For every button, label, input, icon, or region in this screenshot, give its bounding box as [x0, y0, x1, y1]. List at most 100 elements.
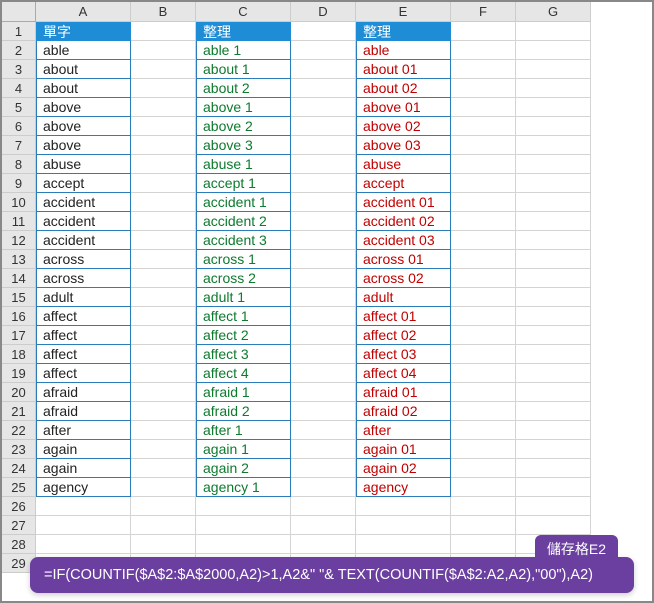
cell-E19[interactable]: affect 04 [356, 364, 451, 383]
row-header-21[interactable]: 21 [2, 402, 36, 421]
cell-B16[interactable] [131, 307, 196, 326]
row-header-7[interactable]: 7 [2, 136, 36, 155]
cell-F15[interactable] [451, 288, 516, 307]
cell-E8[interactable]: abuse [356, 155, 451, 174]
row-header-11[interactable]: 11 [2, 212, 36, 231]
cell-G21[interactable] [516, 402, 591, 421]
cell-B3[interactable] [131, 60, 196, 79]
cell-G10[interactable] [516, 193, 591, 212]
row-header-13[interactable]: 13 [2, 250, 36, 269]
row-header-12[interactable]: 12 [2, 231, 36, 250]
cell-F25[interactable] [451, 478, 516, 497]
cell-A2[interactable]: able [36, 41, 131, 60]
cell-G16[interactable] [516, 307, 591, 326]
cell-A26[interactable] [36, 497, 131, 516]
col-header-A[interactable]: A [36, 2, 131, 22]
cell-A19[interactable]: affect [36, 364, 131, 383]
cell-G24[interactable] [516, 459, 591, 478]
cell-G1[interactable] [516, 22, 591, 41]
cell-A10[interactable]: accident [36, 193, 131, 212]
cell-C14[interactable]: across 2 [196, 269, 291, 288]
cell-C6[interactable]: above 2 [196, 117, 291, 136]
cell-G13[interactable] [516, 250, 591, 269]
cell-F4[interactable] [451, 79, 516, 98]
cell-B5[interactable] [131, 98, 196, 117]
cell-B17[interactable] [131, 326, 196, 345]
cell-A20[interactable]: afraid [36, 383, 131, 402]
cell-E26[interactable] [356, 497, 451, 516]
cell-D12[interactable] [291, 231, 356, 250]
row-header-6[interactable]: 6 [2, 117, 36, 136]
cell-F14[interactable] [451, 269, 516, 288]
cell-C24[interactable]: again 2 [196, 459, 291, 478]
cell-F20[interactable] [451, 383, 516, 402]
cell-A5[interactable]: above [36, 98, 131, 117]
cell-D2[interactable] [291, 41, 356, 60]
cell-D10[interactable] [291, 193, 356, 212]
cell-F13[interactable] [451, 250, 516, 269]
cell-C22[interactable]: after 1 [196, 421, 291, 440]
cell-D5[interactable] [291, 98, 356, 117]
cell-F5[interactable] [451, 98, 516, 117]
cell-F10[interactable] [451, 193, 516, 212]
cell-E23[interactable]: again 01 [356, 440, 451, 459]
cell-B4[interactable] [131, 79, 196, 98]
cell-B11[interactable] [131, 212, 196, 231]
row-header-15[interactable]: 15 [2, 288, 36, 307]
cell-D6[interactable] [291, 117, 356, 136]
cell-F17[interactable] [451, 326, 516, 345]
cell-C26[interactable] [196, 497, 291, 516]
cell-E17[interactable]: affect 02 [356, 326, 451, 345]
cell-D20[interactable] [291, 383, 356, 402]
cell-A18[interactable]: affect [36, 345, 131, 364]
cell-F1[interactable] [451, 22, 516, 41]
cell-C18[interactable]: affect 3 [196, 345, 291, 364]
cell-B28[interactable] [131, 535, 196, 554]
cell-E25[interactable]: agency [356, 478, 451, 497]
cell-B21[interactable] [131, 402, 196, 421]
cell-E24[interactable]: again 02 [356, 459, 451, 478]
cell-F23[interactable] [451, 440, 516, 459]
cell-A15[interactable]: adult [36, 288, 131, 307]
cell-F22[interactable] [451, 421, 516, 440]
cell-D13[interactable] [291, 250, 356, 269]
cell-F7[interactable] [451, 136, 516, 155]
cell-G17[interactable] [516, 326, 591, 345]
cell-C27[interactable] [196, 516, 291, 535]
cell-E12[interactable]: accident 03 [356, 231, 451, 250]
cell-G20[interactable] [516, 383, 591, 402]
cell-F8[interactable] [451, 155, 516, 174]
cell-B1[interactable] [131, 22, 196, 41]
row-header-24[interactable]: 24 [2, 459, 36, 478]
cell-A4[interactable]: about [36, 79, 131, 98]
cell-A21[interactable]: afraid [36, 402, 131, 421]
cell-A23[interactable]: again [36, 440, 131, 459]
cell-G6[interactable] [516, 117, 591, 136]
cell-E16[interactable]: affect 01 [356, 307, 451, 326]
cell-D3[interactable] [291, 60, 356, 79]
row-header-22[interactable]: 22 [2, 421, 36, 440]
cell-A27[interactable] [36, 516, 131, 535]
cell-F28[interactable] [451, 535, 516, 554]
cell-E1[interactable]: 整理 [356, 22, 451, 41]
cell-F12[interactable] [451, 231, 516, 250]
cell-B7[interactable] [131, 136, 196, 155]
cell-G27[interactable] [516, 516, 591, 535]
cell-C19[interactable]: affect 4 [196, 364, 291, 383]
cell-D22[interactable] [291, 421, 356, 440]
cell-G23[interactable] [516, 440, 591, 459]
cell-E4[interactable]: about 02 [356, 79, 451, 98]
cell-B2[interactable] [131, 41, 196, 60]
cell-A12[interactable]: accident [36, 231, 131, 250]
col-header-C[interactable]: C [196, 2, 291, 22]
cell-F27[interactable] [451, 516, 516, 535]
cell-F19[interactable] [451, 364, 516, 383]
cell-A28[interactable] [36, 535, 131, 554]
cell-C25[interactable]: agency 1 [196, 478, 291, 497]
cell-G19[interactable] [516, 364, 591, 383]
cell-A1[interactable]: 單字 [36, 22, 131, 41]
col-header-B[interactable]: B [131, 2, 196, 22]
cell-D15[interactable] [291, 288, 356, 307]
cell-B22[interactable] [131, 421, 196, 440]
row-header-26[interactable]: 26 [2, 497, 36, 516]
